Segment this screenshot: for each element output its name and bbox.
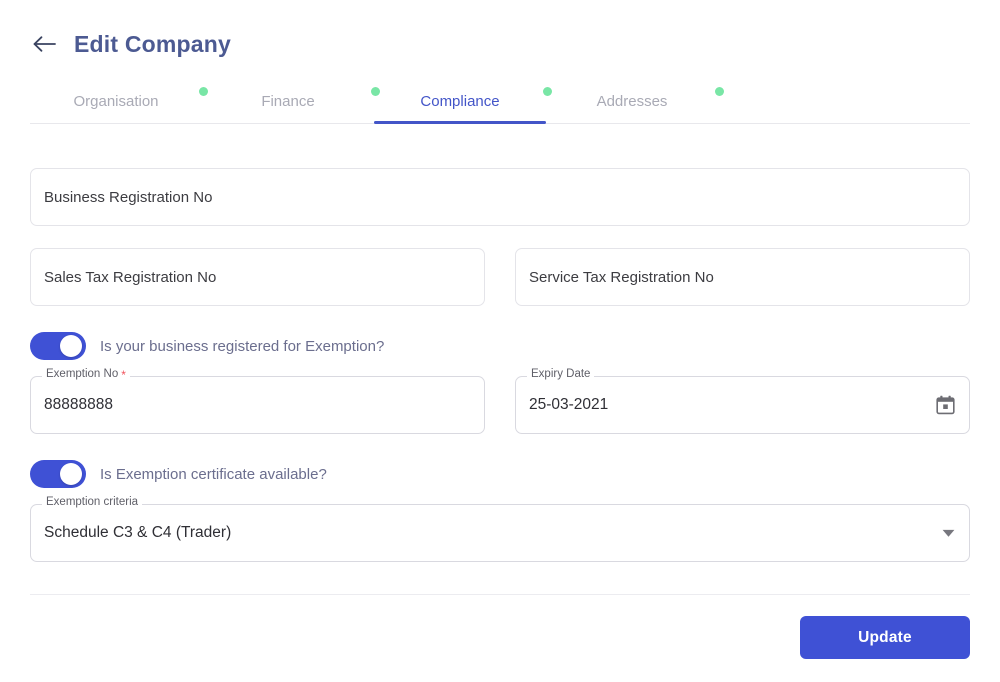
exemption-registered-toggle[interactable] bbox=[30, 332, 86, 360]
toggle-knob bbox=[60, 335, 82, 357]
exemption-criteria-value: Schedule C3 & C4 (Trader) bbox=[44, 524, 232, 542]
compliance-form: Business Registration No Sales Tax Regis… bbox=[0, 168, 1000, 562]
business-registration-input[interactable]: Business Registration No bbox=[30, 168, 970, 226]
tabs-container: Organisation Finance Compliance Addresse… bbox=[30, 79, 970, 124]
exemption-details-row: Exemption No * 88888888 Expiry Date 25-0… bbox=[30, 368, 970, 434]
exemption-no-field[interactable]: Exemption No * 88888888 bbox=[30, 369, 485, 434]
business-registration-col: Business Registration No bbox=[30, 168, 970, 226]
tab-underline bbox=[30, 121, 202, 124]
tab-underline bbox=[546, 121, 718, 124]
business-registration-row: Business Registration No bbox=[30, 168, 970, 226]
exemption-no-col: Exemption No * 88888888 bbox=[30, 369, 485, 434]
tab-label: Addresses bbox=[596, 92, 668, 110]
edit-company-page: Edit Company Organisation Finance Compli… bbox=[0, 0, 1000, 682]
sales-tax-input[interactable]: Sales Tax Registration No bbox=[30, 248, 485, 306]
tab-label: Compliance bbox=[420, 92, 500, 110]
toggle-knob bbox=[60, 463, 82, 485]
exemption-criteria-row: Exemption criteria Schedule C3 & C4 (Tra… bbox=[30, 496, 970, 562]
back-button[interactable] bbox=[30, 29, 60, 59]
calendar-icon[interactable] bbox=[936, 395, 955, 415]
tab-organisation[interactable]: Organisation bbox=[30, 79, 208, 124]
exemption-registered-label: Is your business registered for Exemptio… bbox=[100, 337, 385, 355]
tab-list: Organisation Finance Compliance Addresse… bbox=[30, 79, 970, 124]
page-title: Edit Company bbox=[74, 30, 232, 57]
exemption-no-value: 88888888 bbox=[44, 396, 113, 414]
exemption-registered-toggle-row: Is your business registered for Exemptio… bbox=[30, 332, 970, 360]
exemption-criteria-select[interactable]: Exemption criteria Schedule C3 & C4 (Tra… bbox=[30, 496, 970, 562]
tab-label: Finance bbox=[261, 92, 315, 110]
page-header: Edit Company bbox=[0, 0, 1000, 62]
exemption-certificate-toggle[interactable] bbox=[30, 460, 86, 488]
service-tax-col: Service Tax Registration No bbox=[515, 248, 970, 306]
exemption-certificate-toggle-row: Is Exemption certificate available? bbox=[30, 460, 970, 488]
update-button[interactable]: Update bbox=[800, 616, 970, 659]
tab-status-dot-icon bbox=[715, 87, 724, 96]
exemption-criteria-label: Exemption criteria bbox=[42, 496, 143, 509]
tab-underline-active bbox=[374, 121, 546, 124]
expiry-date-field[interactable]: Expiry Date 25-03-2021 bbox=[515, 368, 970, 434]
chevron-down-icon[interactable] bbox=[942, 529, 955, 538]
exemption-no-label-text: Exemption No bbox=[46, 368, 119, 381]
exemption-certificate-label: Is Exemption certificate available? bbox=[100, 465, 327, 483]
expiry-date-label: Expiry Date bbox=[527, 368, 595, 381]
service-tax-placeholder: Service Tax Registration No bbox=[529, 268, 714, 286]
expiry-date-col: Expiry Date 25-03-2021 bbox=[515, 368, 970, 434]
exemption-criteria-col: Exemption criteria Schedule C3 & C4 (Tra… bbox=[30, 496, 970, 562]
arrow-left-icon bbox=[32, 34, 58, 54]
service-tax-input[interactable]: Service Tax Registration No bbox=[515, 248, 970, 306]
business-registration-placeholder: Business Registration No bbox=[44, 188, 213, 206]
exemption-no-label: Exemption No * bbox=[42, 369, 130, 381]
required-asterisk: * bbox=[121, 368, 126, 382]
tab-addresses[interactable]: Addresses bbox=[546, 79, 724, 124]
tab-label: Organisation bbox=[73, 92, 159, 110]
tax-registration-row: Sales Tax Registration No Service Tax Re… bbox=[30, 248, 970, 306]
expiry-date-value: 25-03-2021 bbox=[529, 396, 609, 414]
exemption-criteria-label-text: Exemption criteria bbox=[46, 496, 139, 508]
sales-tax-col: Sales Tax Registration No bbox=[30, 248, 485, 306]
sales-tax-placeholder: Sales Tax Registration No bbox=[44, 268, 217, 286]
expiry-date-label-text: Expiry Date bbox=[531, 368, 591, 380]
tab-finance[interactable]: Finance bbox=[202, 79, 380, 124]
tab-compliance[interactable]: Compliance bbox=[374, 79, 552, 124]
tab-underline bbox=[202, 121, 374, 124]
form-footer: Update bbox=[0, 595, 1000, 659]
